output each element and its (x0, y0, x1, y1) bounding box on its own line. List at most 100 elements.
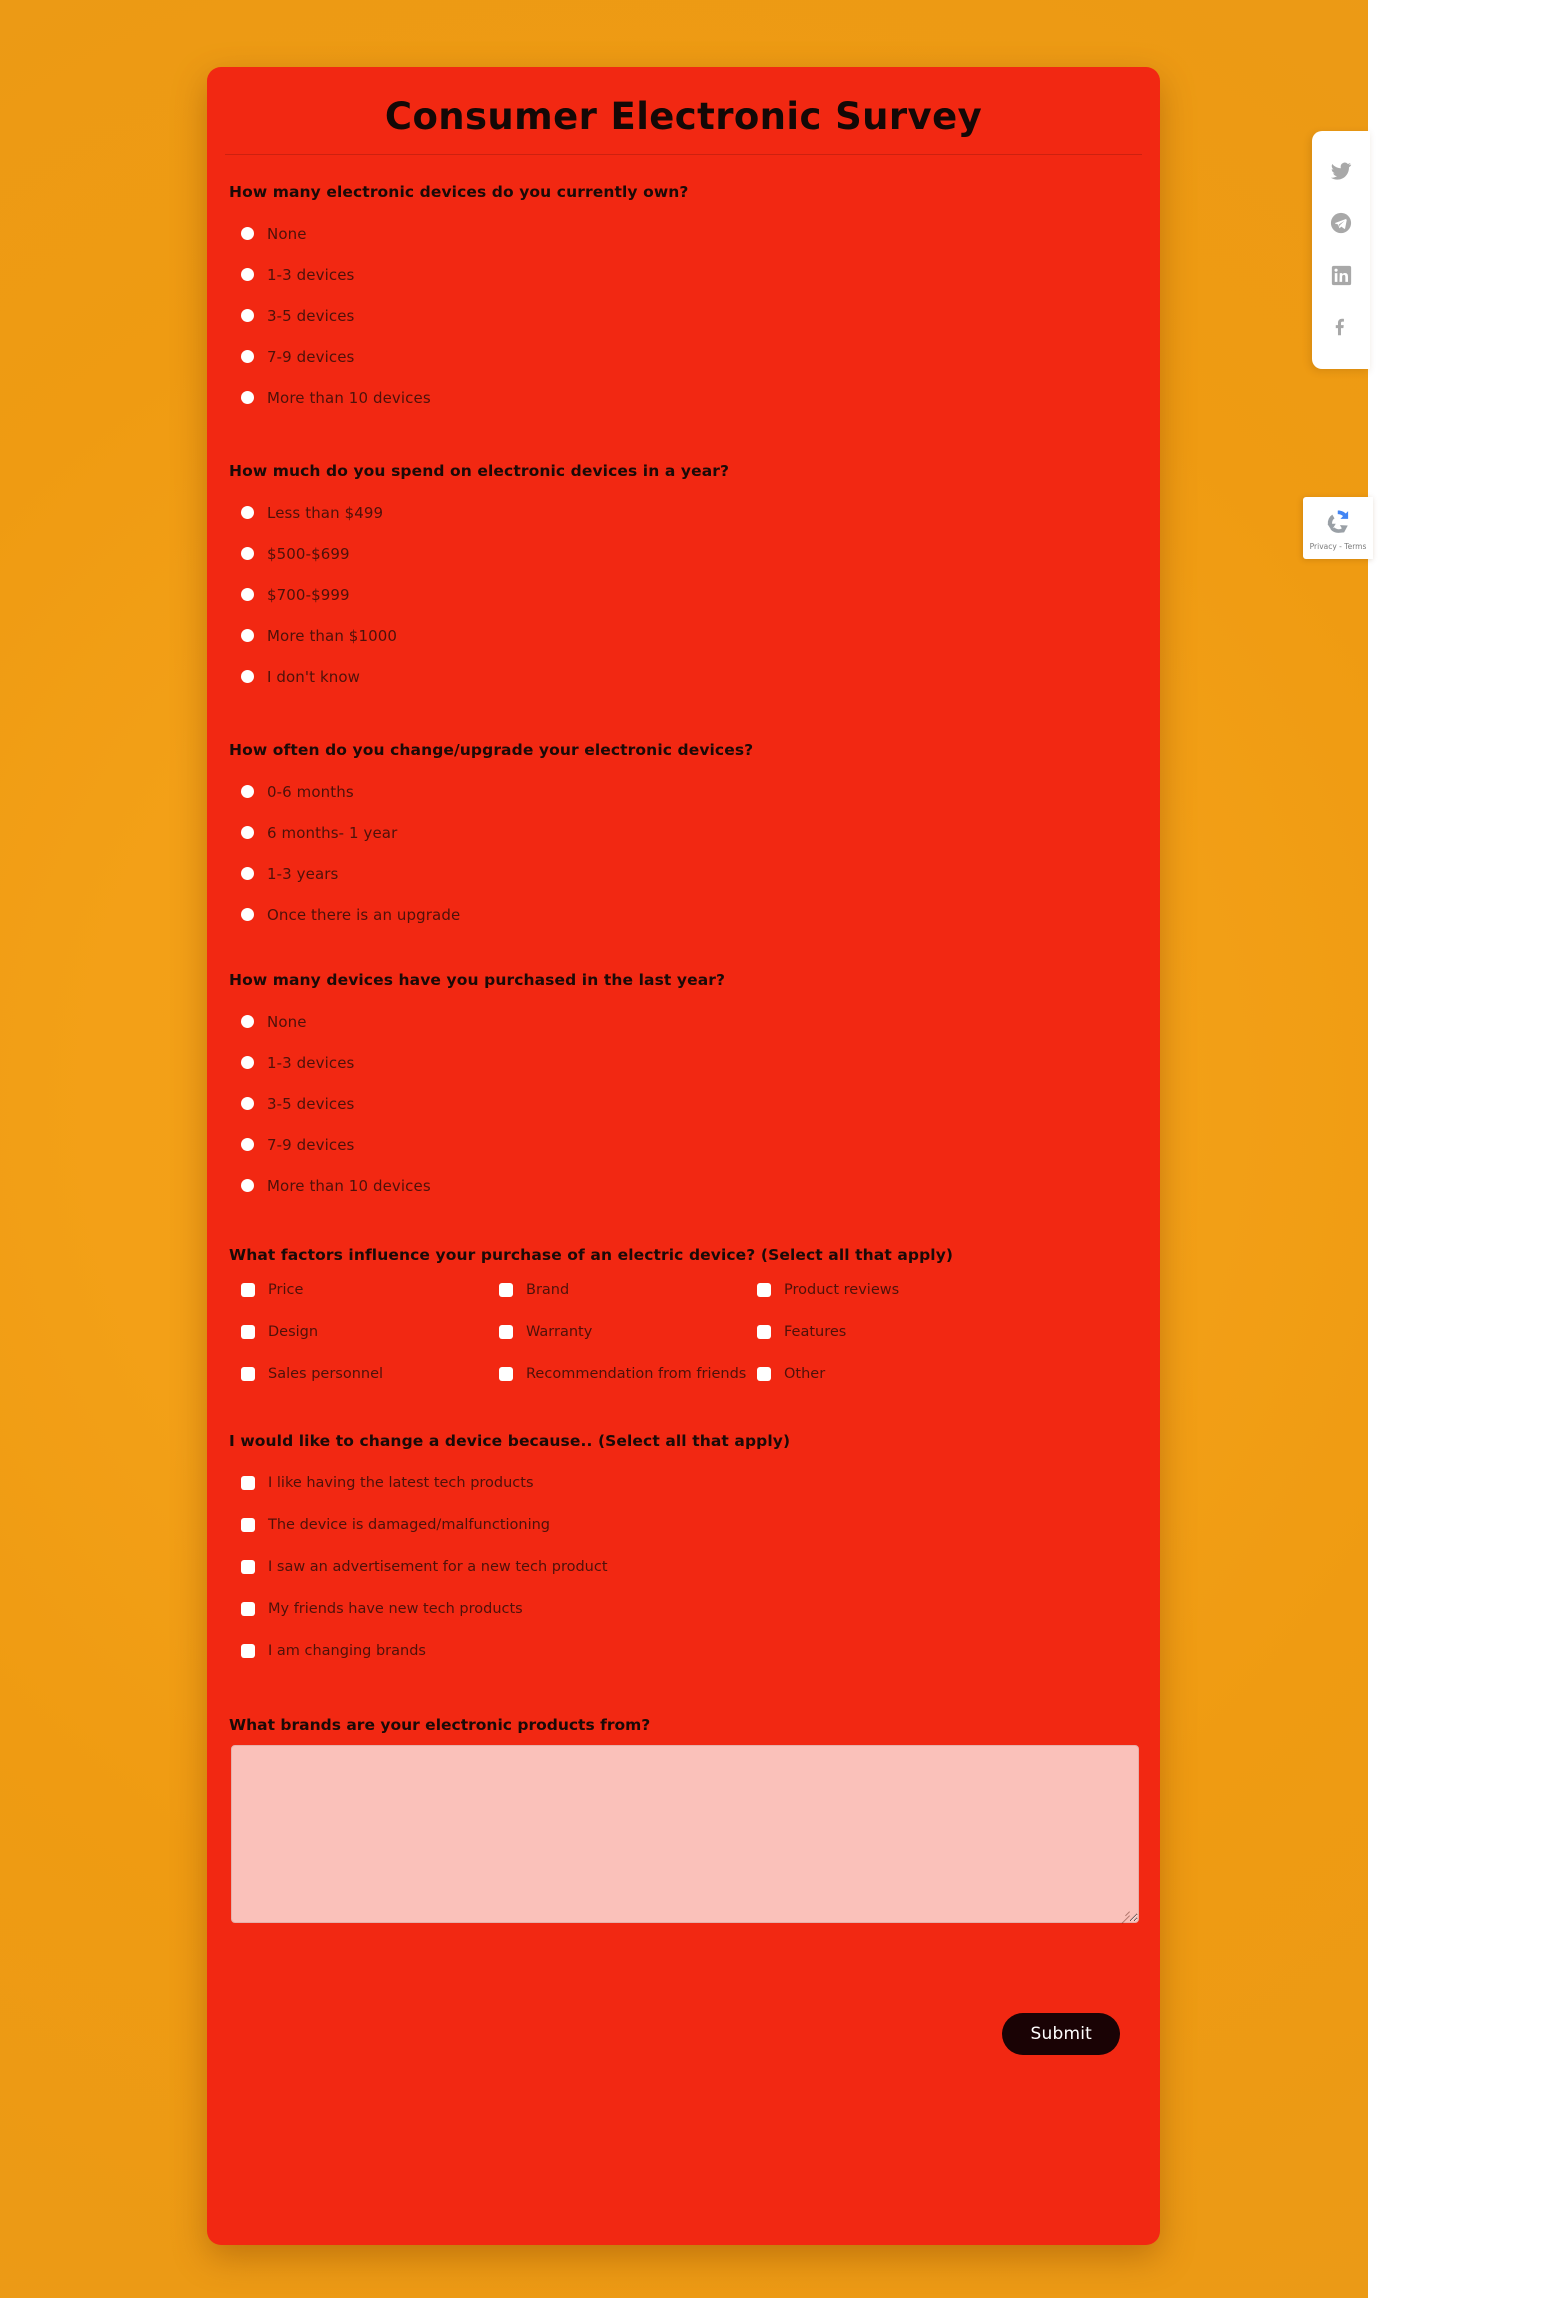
question-label: How much do you spend on electronic devi… (229, 462, 730, 480)
checkbox-option[interactable]: Sales personnel (241, 1360, 499, 1388)
checkbox-option-label: I like having the latest tech products (268, 1475, 534, 1491)
radio-option[interactable]: None (229, 1001, 1138, 1042)
radio-option[interactable]: 0-6 months (229, 771, 1138, 812)
question-devices-purchased: How many devices have you purchased in t… (229, 971, 1138, 1206)
facebook-icon (1330, 316, 1352, 338)
radio-icon[interactable] (241, 227, 254, 240)
share-facebook-button[interactable] (1321, 307, 1361, 347)
checkbox-option[interactable]: Design (241, 1318, 499, 1346)
radio-icon[interactable] (241, 1015, 254, 1028)
radio-option-label: 3-5 devices (267, 1094, 355, 1113)
checkbox-option[interactable]: I saw an advertisement for a new tech pr… (241, 1546, 1138, 1588)
radio-icon[interactable] (241, 1179, 254, 1192)
radio-icon[interactable] (241, 1056, 254, 1069)
radio-icon[interactable] (241, 785, 254, 798)
question-change-reasons: I would like to change a device because.… (229, 1432, 1138, 1672)
checkbox-option[interactable]: The device is damaged/malfunctioning (241, 1504, 1138, 1546)
question-label: How many electronic devices do you curre… (229, 183, 689, 201)
radio-option[interactable]: $700-$999 (229, 574, 1138, 615)
radio-group-devices-purchased: None 1-3 devices 3-5 devices 7-9 devices (229, 1001, 1138, 1206)
question-yearly-spend: How much do you spend on electronic devi… (229, 462, 1138, 697)
radio-icon[interactable] (241, 309, 254, 322)
checkbox-option-label: Warranty (526, 1324, 593, 1340)
radio-icon[interactable] (241, 670, 254, 683)
checkbox-option[interactable]: Features (757, 1318, 1138, 1346)
radio-icon[interactable] (241, 1138, 254, 1151)
checkbox-option[interactable]: Other (757, 1360, 1138, 1388)
checkbox-option[interactable]: Recommendation from friends (499, 1360, 757, 1388)
checkbox-option[interactable]: My friends have new tech products (241, 1588, 1138, 1630)
share-telegram-button[interactable] (1321, 203, 1361, 243)
checkbox-option[interactable]: I am changing brands (241, 1630, 1138, 1672)
checkbox-option[interactable]: Warranty (499, 1318, 757, 1346)
checkbox-icon[interactable] (757, 1283, 771, 1297)
radio-icon[interactable] (241, 391, 254, 404)
checkbox-option[interactable]: I like having the latest tech products (241, 1462, 1138, 1504)
radio-option-label: Less than $499 (267, 503, 384, 522)
radio-option[interactable]: Less than $499 (229, 492, 1138, 533)
social-share-rail (1312, 131, 1370, 369)
checkbox-icon[interactable] (241, 1518, 255, 1532)
page-root: Consumer Electronic Survey How many elec… (0, 0, 1552, 2298)
checkbox-icon[interactable] (757, 1325, 771, 1339)
radio-icon[interactable] (241, 826, 254, 839)
telegram-icon (1330, 212, 1352, 234)
checkbox-icon[interactable] (241, 1283, 255, 1297)
radio-option-label: None (267, 224, 307, 243)
radio-option[interactable]: 3-5 devices (229, 295, 1138, 336)
checkbox-icon[interactable] (499, 1367, 513, 1381)
checkbox-option-label: Brand (526, 1282, 570, 1298)
radio-icon[interactable] (241, 867, 254, 880)
radio-option[interactable]: 6 months- 1 year (229, 812, 1138, 853)
share-linkedin-button[interactable] (1321, 255, 1361, 295)
checkbox-icon[interactable] (757, 1367, 771, 1381)
checkbox-icon[interactable] (241, 1367, 255, 1381)
radio-icon[interactable] (241, 350, 254, 363)
recaptcha-terms-label[interactable]: Privacy - Terms (1310, 542, 1367, 551)
share-twitter-button[interactable] (1321, 151, 1361, 191)
submit-button[interactable]: Submit (1002, 2013, 1120, 2055)
radio-icon[interactable] (241, 547, 254, 560)
checkbox-option[interactable]: Product reviews (757, 1276, 1138, 1304)
checkbox-icon[interactable] (499, 1283, 513, 1297)
radio-option[interactable]: 7-9 devices (229, 336, 1138, 377)
checkbox-option[interactable]: Price (241, 1276, 499, 1304)
radio-option[interactable]: 1-3 years (229, 853, 1138, 894)
radio-icon[interactable] (241, 588, 254, 601)
question-label: How many devices have you purchased in t… (229, 971, 726, 989)
radio-option[interactable]: 3-5 devices (229, 1083, 1138, 1124)
radio-option[interactable]: 1-3 devices (229, 1042, 1138, 1083)
checkbox-option[interactable]: Brand (499, 1276, 757, 1304)
checkbox-option-label: Sales personnel (268, 1366, 384, 1382)
brands-textarea[interactable] (231, 1745, 1139, 1923)
radio-option[interactable]: More than 10 devices (229, 377, 1138, 418)
checkbox-icon[interactable] (241, 1476, 255, 1490)
radio-option[interactable]: $500-$699 (229, 533, 1138, 574)
radio-icon[interactable] (241, 268, 254, 281)
checkbox-icon[interactable] (241, 1644, 255, 1658)
radio-icon[interactable] (241, 1097, 254, 1110)
radio-icon[interactable] (241, 629, 254, 642)
radio-option[interactable]: More than $1000 (229, 615, 1138, 656)
question-upgrade-frequency: How often do you change/upgrade your ele… (229, 741, 1138, 935)
radio-option[interactable]: More than 10 devices (229, 1165, 1138, 1206)
checkbox-icon[interactable] (241, 1602, 255, 1616)
checkbox-icon[interactable] (241, 1560, 255, 1574)
radio-option[interactable]: Once there is an upgrade (229, 894, 1138, 935)
radio-icon[interactable] (241, 506, 254, 519)
question-brands: What brands are your electronic products… (229, 1716, 1139, 1923)
radio-option[interactable]: 7-9 devices (229, 1124, 1138, 1165)
question-label: How often do you change/upgrade your ele… (229, 741, 754, 759)
radio-option-label: I don't know (267, 667, 361, 686)
page-title: Consumer Electronic Survey (384, 95, 983, 138)
checkbox-option-label: Design (268, 1324, 319, 1340)
radio-option[interactable]: 1-3 devices (229, 254, 1138, 295)
radio-option[interactable]: I don't know (229, 656, 1138, 697)
radio-option-label: More than $1000 (267, 626, 398, 645)
checkbox-icon[interactable] (241, 1325, 255, 1339)
recaptcha-badge[interactable]: Privacy - Terms (1303, 497, 1373, 559)
checkbox-icon[interactable] (499, 1325, 513, 1339)
radio-icon[interactable] (241, 908, 254, 921)
radio-option[interactable]: None (229, 213, 1138, 254)
radio-group-upgrade-frequency: 0-6 months 6 months- 1 year 1-3 years On… (229, 771, 1138, 935)
